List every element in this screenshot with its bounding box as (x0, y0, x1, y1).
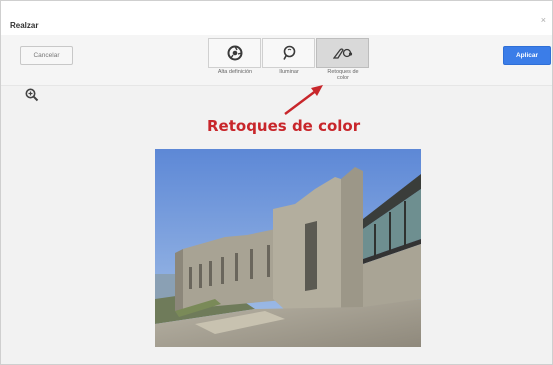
apply-button[interactable]: Aplicar (503, 46, 551, 65)
tool-brighten-button[interactable] (262, 38, 315, 68)
annotation-arrow-icon (284, 85, 323, 115)
color-retouch-icon (332, 48, 352, 59)
dialog-title: Realzar (10, 21, 39, 30)
tool-label-high-definition: Alta definición (217, 69, 253, 75)
tool-high-definition-button[interactable] (208, 38, 261, 68)
annotation-label: Retoques de color (207, 117, 361, 135)
image-canvas: Retoques de color (1, 85, 552, 364)
camera-lens-icon (227, 45, 242, 61)
toolbar: Cancelar Alta definición Iluminar Retoqu… (1, 35, 552, 86)
enhance-dialog: Realzar × Cancelar Alta definición Ilumi… (0, 0, 553, 365)
cancel-button[interactable]: Cancelar (20, 46, 73, 65)
lightbulb-icon (282, 45, 295, 60)
close-icon[interactable]: × (541, 15, 546, 25)
tool-buttons (208, 38, 370, 68)
edited-photo (155, 149, 421, 347)
title-bar: Realzar × (1, 1, 552, 35)
zoom-in-icon[interactable] (25, 88, 39, 102)
tool-color-retouch-button[interactable] (316, 38, 369, 68)
